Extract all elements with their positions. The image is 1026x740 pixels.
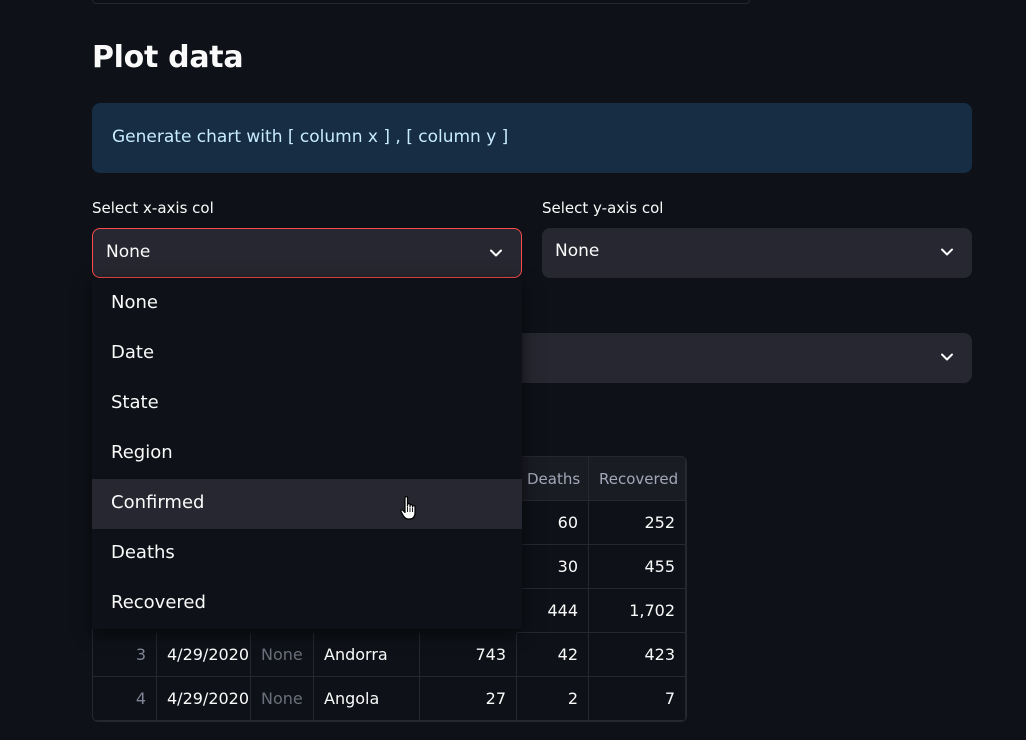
dropdown-option-state[interactable]: State	[92, 379, 522, 429]
dropdown-option-label: State	[111, 392, 159, 413]
table-row: 3 4/29/2020 None Andorra 743 42 423	[93, 633, 686, 677]
x-axis-select[interactable]: None	[92, 228, 522, 278]
info-alert: Generate chart with [ column x ] , [ col…	[92, 103, 972, 173]
x-axis-select-value: None	[106, 242, 151, 262]
table-cell[interactable]: 423	[589, 633, 686, 677]
table-cell[interactable]: Angola	[314, 677, 420, 721]
chevron-down-icon	[941, 248, 953, 256]
table-cell[interactable]: None	[251, 633, 314, 677]
x-axis-dropdown-menu: None Date State Region Confirmed Deaths …	[92, 279, 522, 629]
table-cell[interactable]: Andorra	[314, 633, 420, 677]
dropdown-option-date[interactable]: Date	[92, 329, 522, 379]
table-cell[interactable]: 2	[517, 677, 589, 721]
column-header-deaths[interactable]: Deaths	[517, 457, 589, 501]
table-cell[interactable]: 444	[517, 589, 589, 633]
table-cell[interactable]: 743	[420, 633, 517, 677]
dropdown-option-label: Recovered	[111, 592, 206, 613]
dropdown-option-label: Confirmed	[111, 492, 205, 513]
chevron-down-icon	[941, 353, 953, 361]
column-header-recovered[interactable]: Recovered	[589, 457, 686, 501]
hand-pointer-cursor-icon	[400, 496, 416, 520]
row-index-cell[interactable]: 3	[93, 633, 157, 677]
section-title: Plot data	[92, 40, 244, 75]
dropdown-option-region[interactable]: Region	[92, 429, 522, 479]
table-cell[interactable]: 252	[589, 501, 686, 545]
chevron-down-icon	[490, 249, 502, 257]
app-page: Plot data Generate chart with [ column x…	[0, 0, 1026, 740]
previous-widget-edge	[92, 0, 750, 4]
table-cell[interactable]: 42	[517, 633, 589, 677]
dropdown-option-label: Region	[111, 442, 173, 463]
table-cell[interactable]: 7	[589, 677, 686, 721]
table-cell[interactable]: 27	[420, 677, 517, 721]
dropdown-option-none[interactable]: None	[92, 279, 522, 329]
table-cell[interactable]: None	[251, 677, 314, 721]
dropdown-option-label: Date	[111, 342, 155, 363]
dropdown-option-label: Deaths	[111, 542, 175, 563]
dropdown-option-label: None	[111, 292, 158, 313]
table-cell[interactable]: 30	[517, 545, 589, 589]
info-alert-text: Generate chart with [ column x ] , [ col…	[112, 127, 509, 147]
table-cell[interactable]: 4/29/2020	[157, 677, 251, 721]
table-row: 4 4/29/2020 None Angola 27 2 7	[93, 677, 686, 721]
table-cell[interactable]: 4/29/2020	[157, 633, 251, 677]
table-cell[interactable]: 60	[517, 501, 589, 545]
x-axis-select-label: Select x-axis col	[92, 199, 214, 217]
dropdown-option-recovered[interactable]: Recovered	[92, 579, 522, 629]
row-index-cell[interactable]: 4	[93, 677, 157, 721]
table-cell[interactable]: 455	[589, 545, 686, 589]
y-axis-select-value: None	[555, 241, 600, 261]
dropdown-option-deaths[interactable]: Deaths	[92, 529, 522, 579]
table-cell[interactable]: 1,702	[589, 589, 686, 633]
dropdown-option-confirmed[interactable]: Confirmed	[92, 479, 522, 529]
y-axis-select[interactable]: None	[542, 228, 972, 278]
y-axis-select-label: Select y-axis col	[542, 199, 664, 217]
